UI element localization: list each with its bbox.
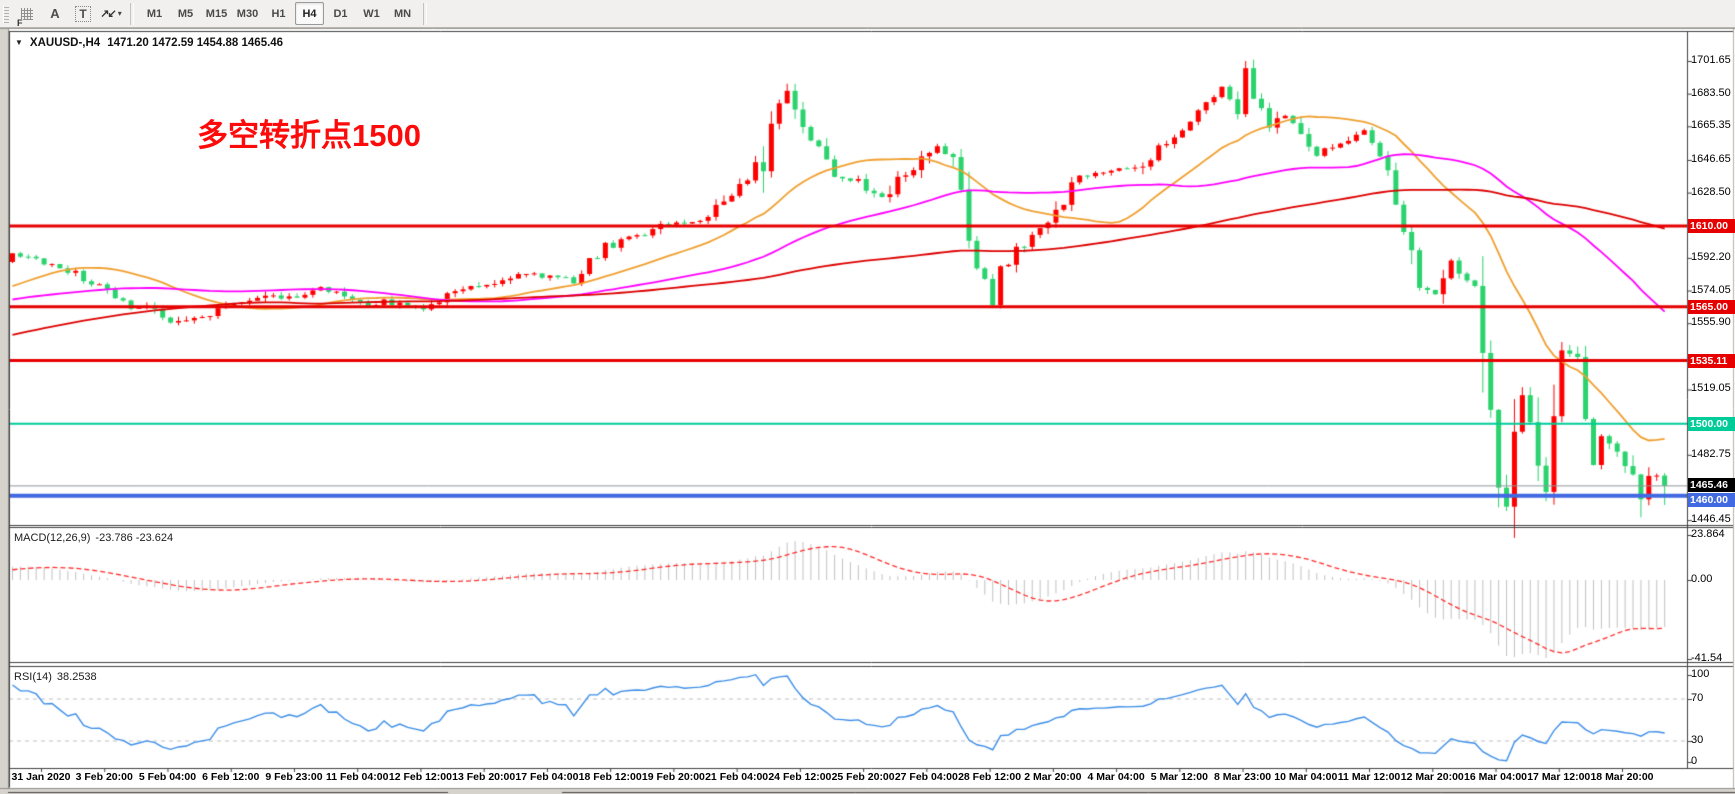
arrow-objects-icon[interactable]: ↗↙▾: [99, 3, 123, 25]
rsi-indicator-label: RSI(14) 38.2538: [14, 671, 97, 683]
current-price-tag[interactable]: 1465.46: [1688, 478, 1735, 492]
mt4-terminal: FAT↗↙▾ M1M5M15M30H1H4D1W1MN ▼ XAUUSD-,H4…: [0, 0, 1735, 794]
toolbar: FAT↗↙▾ M1M5M15M30H1H4D1W1MN: [0, 0, 1735, 28]
price-axis-tick: 1446.45: [1691, 513, 1731, 525]
ohlc-values: 1471.20 1472.59 1454.88 1465.46: [107, 37, 283, 49]
price-axis-tick: 1665.35: [1691, 119, 1731, 131]
hline-price-tag[interactable]: 1535.11: [1688, 354, 1735, 368]
rsi-axis-tick: 0: [1691, 755, 1697, 767]
macd-indicator-label: MACD(12,26,9) -23.786 -23.624: [14, 532, 173, 544]
timeframe-button-m1[interactable]: M1: [140, 2, 169, 25]
rsi-name: RSI(14): [14, 671, 52, 683]
rsi-axis-tick: 30: [1691, 734, 1703, 746]
price-axis-tick: 1555.90: [1691, 316, 1731, 328]
price-axis-tick: 1646.65: [1691, 153, 1731, 165]
toolbar-separator: [423, 3, 427, 25]
hline-price-tag[interactable]: 1610.00: [1688, 219, 1735, 233]
toolbar-grip[interactable]: [3, 5, 9, 23]
timeframe-button-m15[interactable]: M15: [202, 2, 231, 25]
timeframe-button-m5[interactable]: M5: [171, 2, 200, 25]
price-axis-tick: 1628.50: [1691, 186, 1731, 198]
timeframe-button-h1[interactable]: H1: [264, 2, 293, 25]
symbol-period-label: XAUUSD-,H4: [30, 37, 100, 49]
macd-axis-tick: 23.864: [1691, 528, 1725, 540]
price-axis-tick: 1683.50: [1691, 87, 1731, 99]
macd-values: -23.786 -23.624: [95, 532, 173, 544]
price-axis-tick: 1482.75: [1691, 448, 1731, 460]
macd-name: MACD(12,26,9): [14, 532, 90, 544]
timeframe-button-h4[interactable]: H4: [295, 2, 324, 25]
chart-text-annotation[interactable]: 多空转折点1500: [197, 110, 421, 155]
text-annotation-icon[interactable]: A: [43, 3, 67, 25]
chart-symbol-title[interactable]: ▼ XAUUSD-,H4 1471.20 1472.59 1454.88 146…: [15, 37, 283, 49]
hline-price-tag[interactable]: 1460.00: [1688, 493, 1735, 507]
price-axis-tick: 1519.05: [1691, 382, 1731, 394]
rsi-axis-tick: 70: [1691, 692, 1703, 704]
timeframe-button-mn[interactable]: MN: [388, 2, 417, 25]
date-axis-label: 18 Mar 20:00: [1584, 771, 1660, 783]
hline-price-tag[interactable]: 1500.00: [1688, 417, 1735, 431]
macd-axis-tick: 0.00: [1691, 573, 1712, 585]
hline-price-tag[interactable]: 1565.00: [1688, 300, 1735, 314]
crosshair-grid-icon[interactable]: F: [15, 3, 39, 25]
collapse-triangle-icon[interactable]: ▼: [15, 38, 23, 47]
rsi-values: 38.2538: [57, 671, 97, 683]
toolbar-separator: [130, 3, 134, 25]
timeframe-button-w1[interactable]: W1: [357, 2, 386, 25]
price-axis-tick: 1592.20: [1691, 251, 1731, 263]
rsi-axis-tick: 100: [1691, 668, 1709, 680]
timeframe-button-m30[interactable]: M30: [233, 2, 262, 25]
price-axis-tick: 1701.65: [1691, 54, 1731, 66]
timeframe-button-d1[interactable]: D1: [326, 2, 355, 25]
price-axis-tick: 1574.05: [1691, 284, 1731, 296]
text-label-icon[interactable]: T: [71, 3, 95, 25]
macd-axis-tick: -41.54: [1691, 652, 1722, 664]
